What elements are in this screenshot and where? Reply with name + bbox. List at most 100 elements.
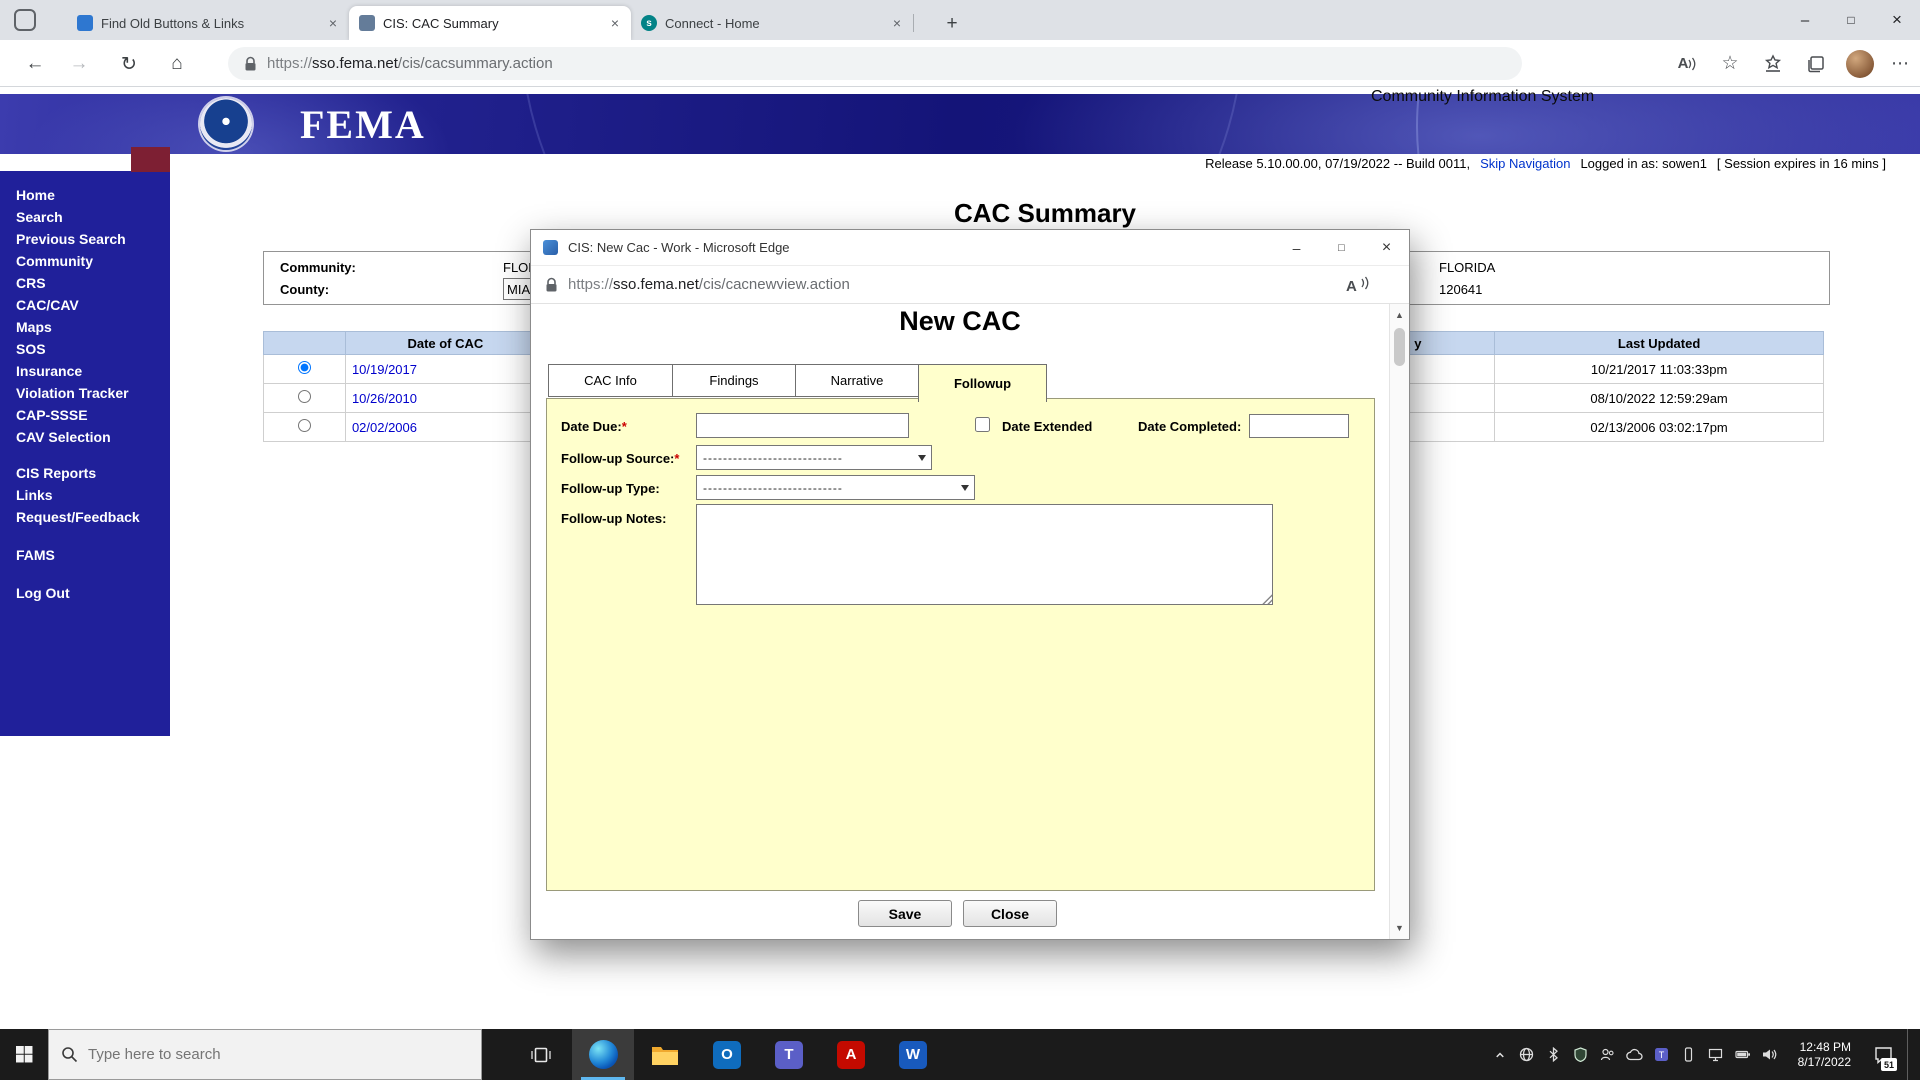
people-icon[interactable] [1599,1046,1617,1064]
read-aloud-icon[interactable]: A [1674,51,1700,77]
cac-date-link[interactable]: 10/26/2010 [346,391,417,406]
security-shield-icon[interactable] [1572,1046,1590,1064]
close-button[interactable]: Close [963,900,1057,927]
settings-more-icon[interactable]: ⋯ [1891,53,1910,74]
popup-title: CIS: New Cac - Work - Microsoft Edge [568,240,790,255]
popup-favicon-icon [543,240,558,255]
taskbar-outlook-button[interactable]: O [696,1029,758,1080]
skip-navigation-link[interactable]: Skip Navigation [1480,156,1570,171]
taskbar-search-input[interactable] [88,1046,448,1063]
taskbar-file-explorer-button[interactable] [634,1029,696,1080]
followup-source-select[interactable]: ---------------------------- [696,445,932,470]
window-controls: – □ × [1782,0,1920,40]
window-close-button[interactable]: × [1874,0,1920,40]
profile-avatar[interactable] [1846,49,1874,78]
sidebar-item-log-out[interactable]: Log Out [16,582,170,604]
scroll-up-arrow-icon[interactable]: ▲ [1390,306,1409,324]
sidebar-item-cis-reports[interactable]: CIS Reports [16,462,170,484]
home-button[interactable]: ⌂ [160,47,194,81]
followup-type-select[interactable]: ---------------------------- [696,475,975,500]
popup-maximize-button[interactable]: □ [1319,230,1364,265]
hidden-icons-chevron-icon[interactable] [1491,1046,1509,1064]
popup-close-button[interactable]: × [1364,230,1409,265]
tab-close-icon[interactable]: × [605,13,625,33]
sidebar-item-insurance[interactable]: Insurance [16,360,170,382]
action-center-button[interactable]: 51 [1868,1029,1898,1080]
tab-separator [913,14,914,32]
phone-link-icon[interactable] [1680,1046,1698,1064]
collections-icon[interactable] [1803,51,1829,77]
popup-minimize-button[interactable]: – [1274,230,1319,265]
nav-right-icons: A ☆ ⋯ [1674,40,1910,87]
popup-title-bar[interactable]: CIS: New Cac - Work - Microsoft Edge – □… [531,230,1409,266]
favorites-hub-icon[interactable] [1760,51,1786,77]
tab-close-icon[interactable]: × [887,13,907,33]
tab-close-icon[interactable]: × [323,13,343,33]
outlook-icon: O [713,1040,741,1069]
sidebar-item-violation-tracker[interactable]: Violation Tracker [16,382,170,404]
display-icon[interactable] [1707,1046,1725,1064]
add-favorite-star-icon[interactable]: ☆ [1717,51,1743,77]
sidebar-item-links[interactable]: Links [16,484,170,506]
bluetooth-icon[interactable] [1545,1046,1563,1064]
battery-icon[interactable] [1734,1046,1752,1064]
followup-notes-label: Follow-up Notes: [561,511,667,526]
show-desktop-button[interactable] [1907,1029,1912,1080]
tab-actions-icon[interactable] [14,9,36,31]
read-aloud-icon[interactable]: A [1346,275,1369,295]
back-button[interactable]: ← [18,47,52,81]
browser-tab-2-active[interactable]: CIS: CAC Summary × [349,6,631,40]
new-tab-button[interactable]: + [938,10,966,38]
save-button[interactable]: Save [858,900,952,927]
sidebar-item-request-feedback[interactable]: Request/Feedback [16,506,170,528]
volume-icon[interactable] [1761,1046,1779,1064]
network-icon[interactable] [1518,1046,1536,1064]
refresh-button[interactable]: ↻ [112,47,146,81]
date-completed-input[interactable] [1249,414,1349,438]
tab-narrative[interactable]: Narrative [795,364,919,397]
sidebar-item-search[interactable]: Search [16,206,170,228]
sidebar-item-fams[interactable]: FAMS [16,544,170,566]
scrollbar-thumb[interactable] [1394,328,1405,366]
sidebar-item-cac-cav[interactable]: CAC/CAV [16,294,170,316]
browser-tab-3[interactable]: s Connect - Home × [631,6,914,40]
task-view-button[interactable] [510,1029,572,1080]
sidebar-item-home[interactable]: Home [16,184,170,206]
date-due-input[interactable] [696,413,909,438]
row-radio-button[interactable] [297,390,311,403]
sidebar-item-cav-selection[interactable]: CAV Selection [16,426,170,448]
teams-tray-icon[interactable]: T [1653,1046,1671,1064]
sidebar-item-previous-search[interactable]: Previous Search [16,228,170,250]
taskbar-word-button[interactable]: W [882,1029,944,1080]
taskbar-search-box[interactable] [48,1029,482,1080]
scroll-down-arrow-icon[interactable]: ▼ [1390,919,1409,937]
window-maximize-button[interactable]: □ [1828,0,1874,40]
browser-tab-1[interactable]: Find Old Buttons & Links × [67,6,350,40]
sidebar-item-sos[interactable]: SOS [16,338,170,360]
taskbar-teams-button[interactable]: T [758,1029,820,1080]
sidebar-item-crs[interactable]: CRS [16,272,170,294]
row-radio-button[interactable] [297,361,311,374]
sidebar-item-community[interactable]: Community [16,250,170,272]
row-radio-button[interactable] [297,419,311,432]
url-path: /cis/cacnewview.action [698,276,850,293]
start-button[interactable] [0,1029,48,1080]
tab-followup-active[interactable]: Followup [918,364,1047,402]
taskbar-edge-button[interactable] [572,1029,634,1080]
cac-date-link[interactable]: 02/02/2006 [346,420,417,435]
sidebar-item-cap-ssse[interactable]: CAP-SSSE [16,404,170,426]
onedrive-icon[interactable] [1626,1046,1644,1064]
release-status-bar: Release 5.10.00.00, 07/19/2022 -- Build … [0,154,1920,172]
date-extended-checkbox[interactable] [975,417,990,432]
taskbar-clock[interactable]: 12:48 PM 8/17/2022 [1798,1040,1851,1070]
followup-notes-textarea[interactable] [696,504,1273,605]
window-minimize-button[interactable]: – [1782,0,1828,40]
tab-findings[interactable]: Findings [672,364,796,397]
popup-scrollbar[interactable]: ▲ ▼ [1389,304,1409,939]
forward-button[interactable]: → [62,47,96,81]
taskbar-acrobat-button[interactable]: A [820,1029,882,1080]
sidebar-item-maps[interactable]: Maps [16,316,170,338]
address-bar[interactable]: https://sso.fema.net/cis/cacsummary.acti… [228,47,1522,80]
cac-date-link[interactable]: 10/19/2017 [346,362,417,377]
tab-cac-info[interactable]: CAC Info [548,364,673,397]
